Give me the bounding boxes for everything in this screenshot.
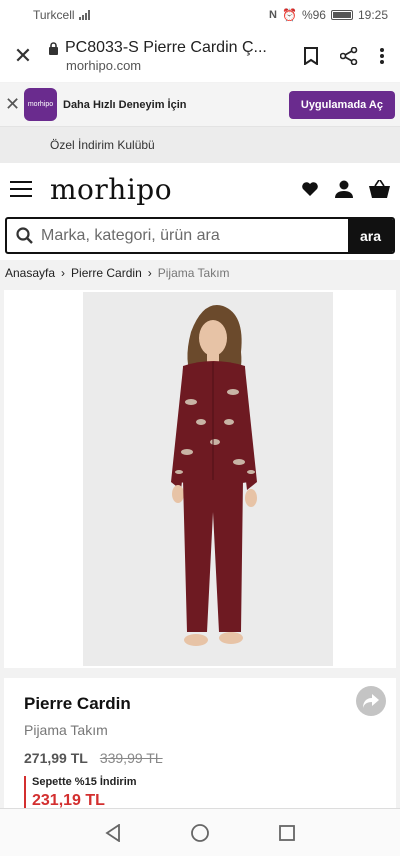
search-area: ara [0, 215, 400, 260]
site-header: morhipo [0, 163, 400, 215]
nfc-icon: N [269, 9, 277, 21]
app-banner: ✕ morhipo Daha Hızlı Deneyim İçin Uygula… [0, 83, 400, 127]
search-button[interactable]: ara [348, 219, 393, 252]
product-image[interactable] [83, 292, 333, 666]
open-app-button[interactable]: Uygulamada Aç [288, 90, 395, 119]
banner-text: Daha Hızlı Deneyim İçin [63, 98, 187, 111]
search-icon [7, 219, 41, 252]
user-icon[interactable] [335, 180, 353, 198]
product-brand[interactable]: Pierre Cardin [24, 694, 376, 714]
more-icon[interactable] [380, 48, 384, 64]
discount-club-link[interactable]: Özel İndirim Kulübü [0, 127, 400, 163]
breadcrumb-current: Pijama Takım [157, 266, 230, 280]
system-navigation-bar [0, 808, 400, 856]
promo-label: Sepette %15 İndirim [32, 776, 137, 788]
battery-icon [330, 10, 353, 20]
page-title: PC8033-S Pierre Cardin Ç... [65, 39, 267, 56]
clock: 19:25 [357, 8, 388, 22]
signal-icon [78, 10, 90, 20]
promo-block: Sepette %15 İndirim 231,19 TL [24, 776, 376, 810]
url-area[interactable]: PC8033-S Pierre Cardin Ç... morhipo.com [38, 39, 304, 73]
breadcrumb: Anasayfa › Pierre Cardin › Pijama Takım [5, 266, 230, 280]
product-type: Pijama Takım [24, 722, 108, 738]
home-icon[interactable] [190, 823, 210, 843]
product-details: Pierre Cardin Pijama Takım 271,99 TL 339… [4, 678, 396, 818]
breadcrumb-separator: › [147, 266, 152, 280]
battery-percent: %96 [301, 8, 326, 22]
heart-icon[interactable] [301, 181, 319, 197]
close-icon[interactable]: ✕ [8, 43, 38, 69]
browser-toolbar: ✕ PC8033-S Pierre Cardin Ç... morhipo.co… [0, 30, 400, 82]
bookmark-icon[interactable] [304, 47, 318, 65]
product-gallery[interactable] [4, 290, 396, 668]
breadcrumb-separator: › [61, 266, 66, 280]
alarm-icon: ⏰ [281, 8, 297, 22]
basket-icon[interactable] [369, 180, 390, 198]
menu-icon[interactable] [10, 181, 32, 197]
breadcrumb-home[interactable]: Anasayfa [5, 266, 55, 280]
carrier-label: Turkcell [33, 8, 75, 22]
product-share-icon[interactable] [356, 686, 386, 716]
page-domain: morhipo.com [66, 58, 142, 73]
product-price: 271,99 TL [24, 750, 88, 766]
app-logo: morhipo [24, 88, 57, 121]
banner-close-icon[interactable]: ✕ [5, 94, 21, 115]
back-icon[interactable] [105, 823, 121, 842]
status-bar: Turkcell N ⏰ %96 19:25 [0, 0, 400, 30]
search-input[interactable] [41, 219, 348, 252]
lock-icon [49, 41, 58, 55]
share-icon[interactable] [340, 47, 358, 65]
breadcrumb-brand[interactable]: Pierre Cardin [71, 266, 142, 280]
recents-icon[interactable] [279, 824, 296, 841]
site-logo[interactable]: morhipo [50, 173, 301, 206]
product-old-price: 339,99 TL [99, 750, 163, 766]
